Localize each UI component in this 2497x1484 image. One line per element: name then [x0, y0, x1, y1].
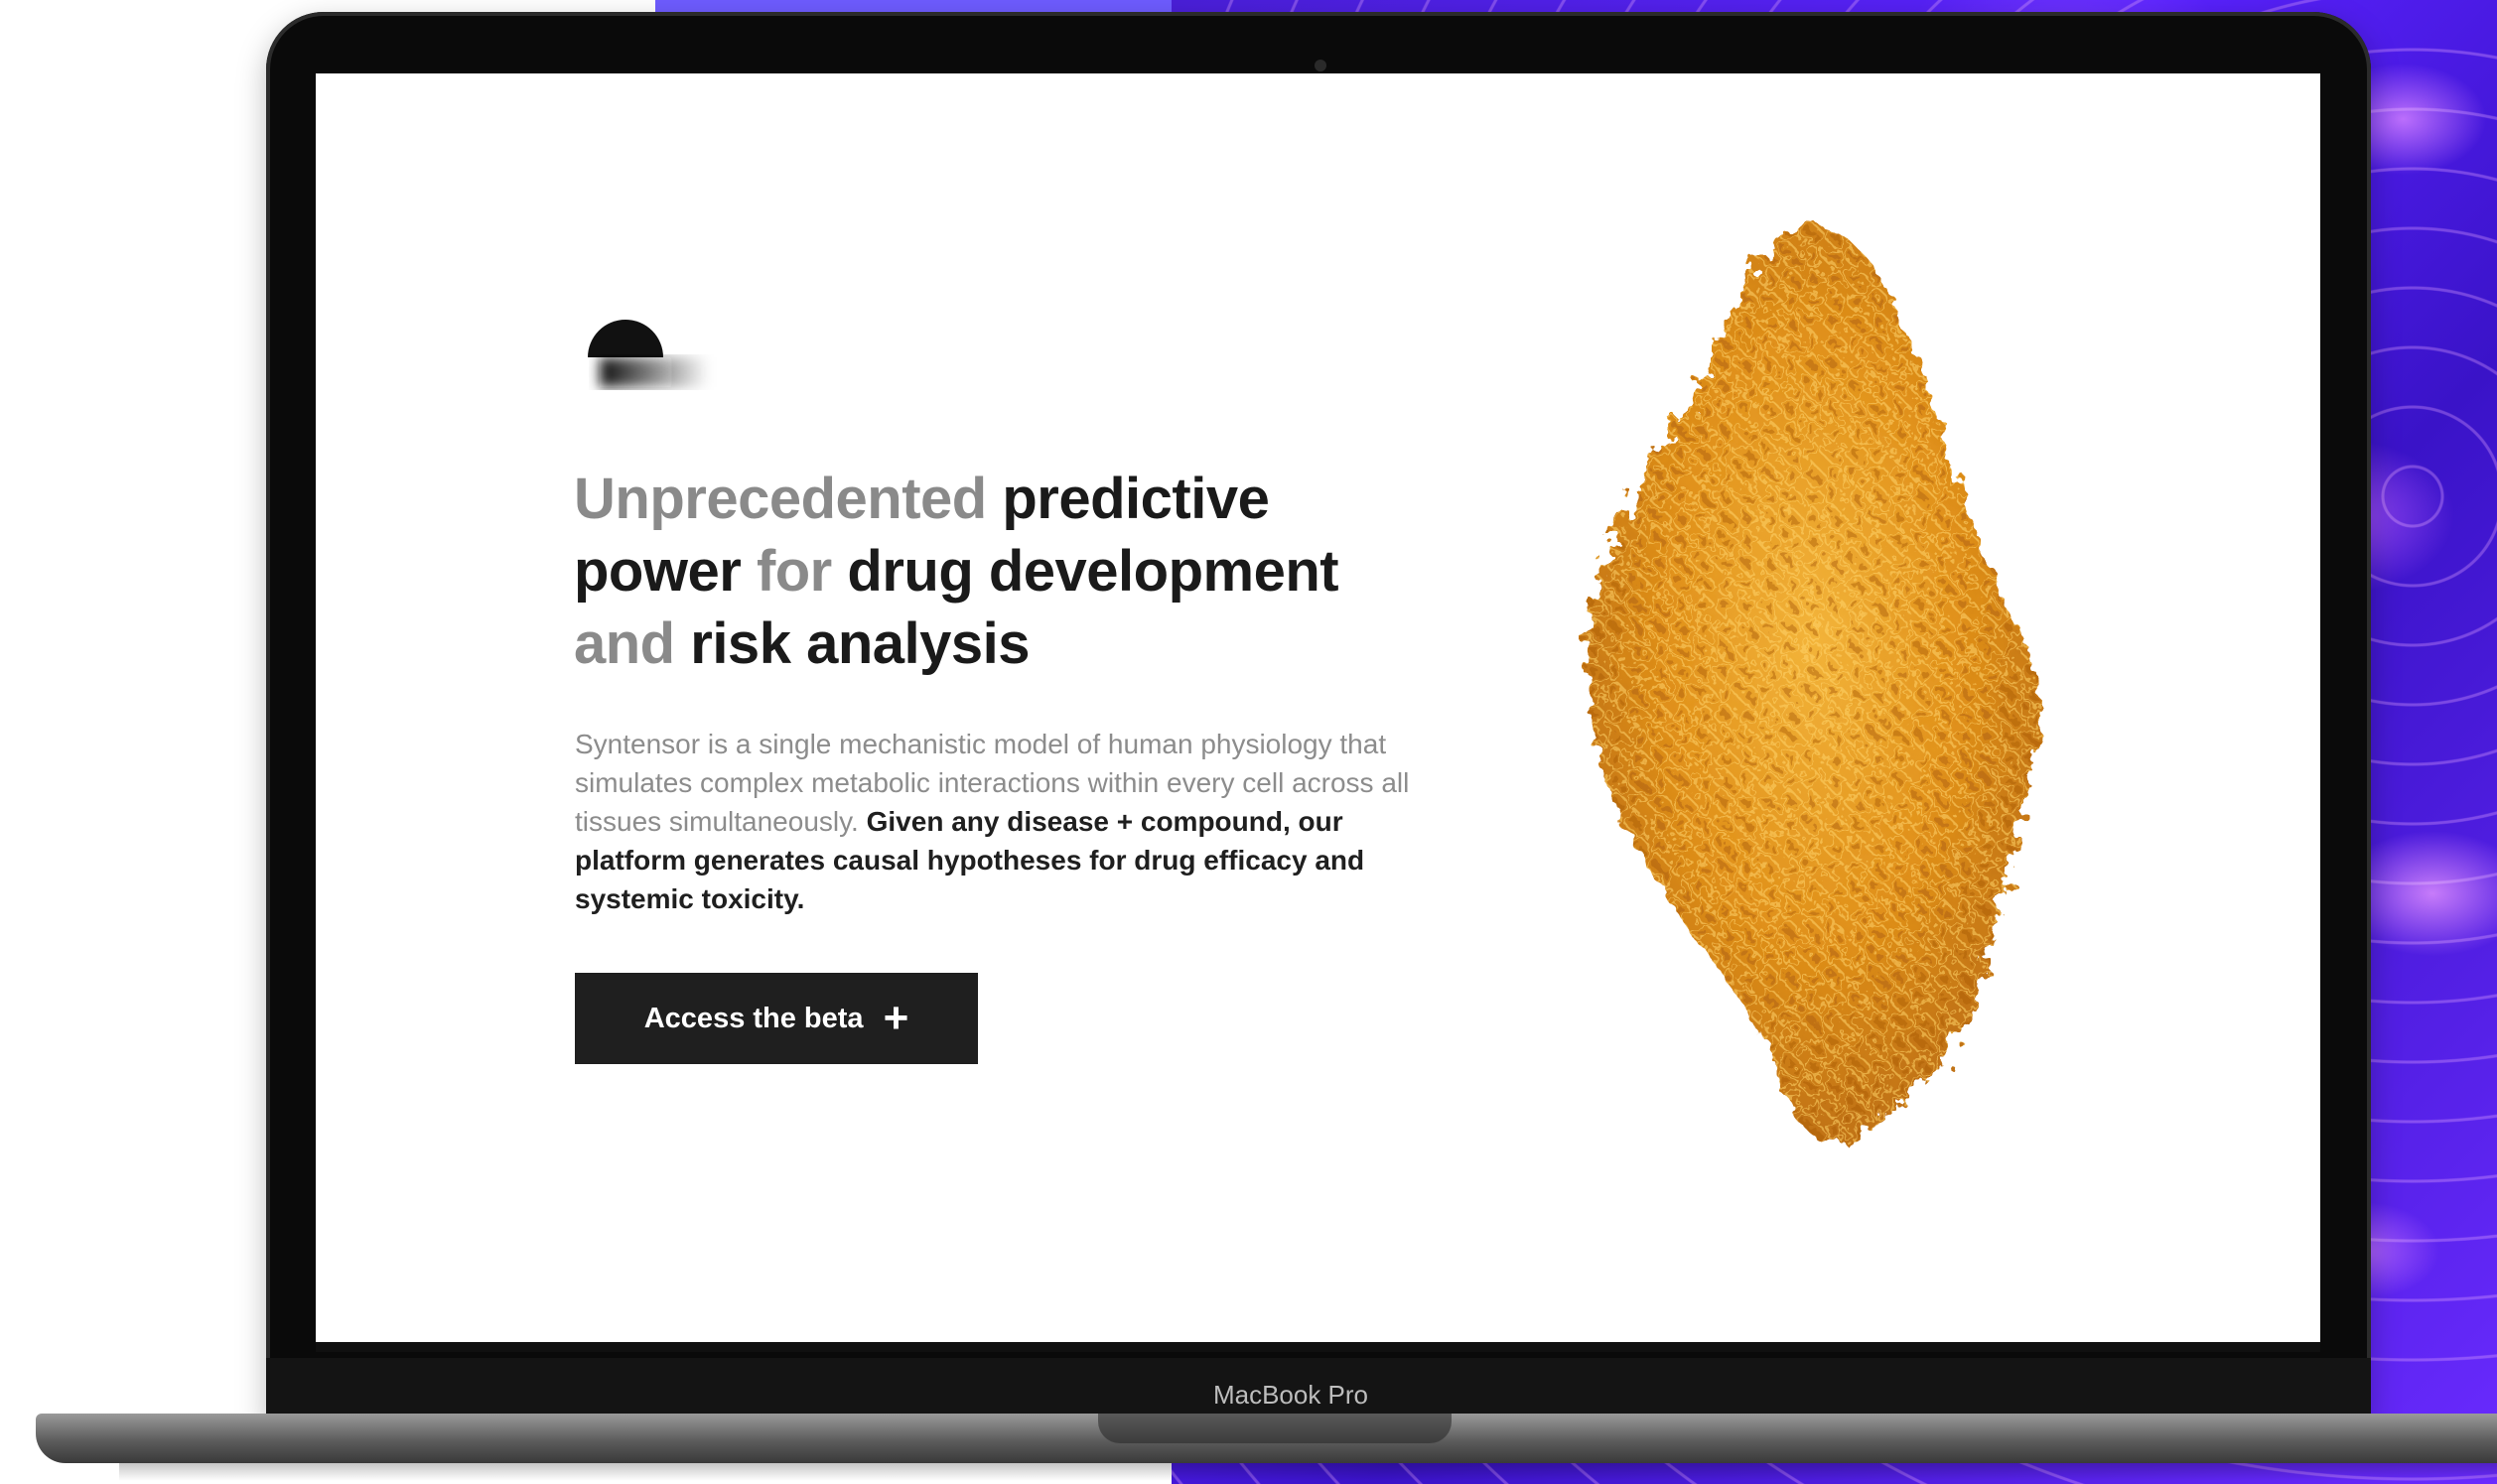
- headline-bold-word: predictive: [1002, 467, 1270, 531]
- laptop-screen: Unprecedented predictive power for drug …: [316, 73, 2320, 1352]
- laptop-notch: [1098, 1414, 1452, 1443]
- device-model-label: MacBook Pro: [1212, 1380, 1369, 1410]
- camera-icon: [1315, 60, 1326, 71]
- laptop-shadow: [119, 1461, 2497, 1481]
- access-beta-button[interactable]: Access the beta +: [575, 973, 978, 1064]
- headline-bold-word: risk analysis: [690, 611, 1031, 676]
- headline-bold-word: power: [574, 539, 742, 604]
- laptop-lid: Unprecedented predictive power for drug …: [266, 12, 2371, 1421]
- headline-bold-word: drug development: [847, 539, 1339, 604]
- headline-muted-word: for: [756, 539, 832, 604]
- protein-molecule-image: [1588, 222, 2040, 1143]
- plus-icon: +: [883, 994, 909, 1042]
- headline-muted-word: Unprecedented: [574, 467, 987, 531]
- brand-logo-icon: [588, 320, 709, 387]
- screen-bottom-edge: [316, 1342, 2320, 1352]
- hero-description: Syntensor is a single mechanistic model …: [575, 725, 1429, 918]
- access-beta-label: Access the beta: [643, 1002, 864, 1034]
- hero-headline: Unprecedented predictive power for drug …: [574, 463, 1467, 680]
- headline-muted-word: and: [574, 611, 675, 676]
